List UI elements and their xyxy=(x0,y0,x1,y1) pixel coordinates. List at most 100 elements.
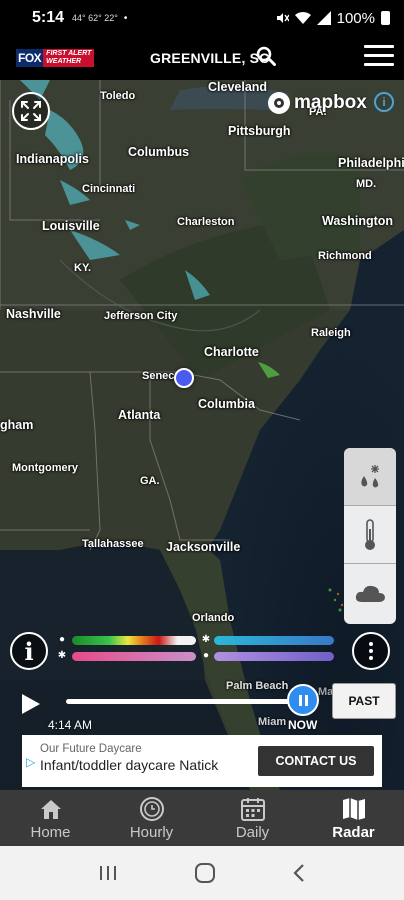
app-header: FOX FIRST ALERT WEATHER GREENVILLE, SC xyxy=(0,36,404,80)
expand-icon xyxy=(21,101,41,121)
battery-icon xyxy=(381,11,390,25)
city-label: Miam xyxy=(258,716,287,728)
city-label: Cleveland xyxy=(208,80,268,94)
city-label: Charleston xyxy=(177,216,235,228)
battery-percent: 100% xyxy=(336,9,375,27)
home-icon xyxy=(40,799,61,819)
nav-daily-label: Daily xyxy=(235,823,270,841)
city-label: MD. xyxy=(356,178,377,190)
current-location-marker xyxy=(174,368,194,388)
past-button[interactable]: PAST xyxy=(332,683,396,719)
ad-choices-icon[interactable]: ▷ xyxy=(26,755,35,769)
rain-legend-bar xyxy=(72,636,196,645)
city-label: Washington xyxy=(322,214,394,228)
city-label: Nashville xyxy=(6,307,61,321)
status-bar: 5:14 44° 62° 22° • 100% xyxy=(0,0,404,36)
status-dot: • xyxy=(123,12,128,24)
ice-legend-icon: ● xyxy=(202,650,210,661)
city-label: Louisville xyxy=(42,219,100,233)
radar-map[interactable]: Toledo Cleveland Pittsburgh PA. Indianap… xyxy=(0,80,404,790)
snow-legend-bar xyxy=(214,636,334,645)
calendar-icon xyxy=(240,797,265,821)
snow-rain-icon xyxy=(361,464,379,487)
snow-legend-icon: ✱ xyxy=(201,634,211,645)
map-icon xyxy=(342,797,365,820)
city-label: gham xyxy=(0,418,34,432)
play-icon[interactable] xyxy=(20,692,42,716)
layer-clouds[interactable] xyxy=(344,564,396,622)
city-label: Atlanta xyxy=(118,408,161,422)
mapbox-logo: mapbox xyxy=(268,92,367,114)
timeline-track[interactable] xyxy=(66,699,306,704)
city-label: Jefferson City xyxy=(104,310,178,322)
status-icons: 100% xyxy=(275,10,390,27)
fox-first-alert-logo: FOX FIRST ALERT WEATHER xyxy=(16,48,95,68)
city-label: Toledo xyxy=(100,90,136,102)
nav-home[interactable]: Home xyxy=(0,790,101,846)
ad-advertiser: Our Future Daycare xyxy=(40,743,142,755)
info-icon: i xyxy=(24,636,34,666)
system-navigation-bar xyxy=(0,846,404,900)
logo-first-alert: FIRST ALERT WEATHER xyxy=(43,49,95,67)
fullscreen-button[interactable] xyxy=(12,92,50,130)
bottom-navigation: Home Hourly Daily Radar xyxy=(0,790,404,846)
ad-contact-button[interactable]: CONTACT US xyxy=(258,746,374,776)
city-label: Orlando xyxy=(192,612,235,624)
cloud-icon xyxy=(355,585,385,602)
mapbox-wordmark: mapbox xyxy=(294,92,367,113)
nav-hourly[interactable]: Hourly xyxy=(101,790,202,846)
layer-temperature[interactable] xyxy=(344,506,396,564)
mix-legend-bar xyxy=(72,652,196,661)
nav-radar[interactable]: Radar xyxy=(303,790,404,846)
attribution-info-icon[interactable]: i xyxy=(374,92,394,112)
city-label: Pittsburgh xyxy=(228,124,291,138)
city-label: Indianapolis xyxy=(16,152,89,166)
layer-selector xyxy=(344,448,396,624)
nav-home-label: Home xyxy=(30,823,71,841)
city-label: Tallahassee xyxy=(82,538,144,550)
timeline-now-label: NOW xyxy=(288,718,318,732)
city-label: Jacksonville xyxy=(166,540,241,554)
city-label: Columbia xyxy=(198,397,255,411)
location-title[interactable]: GREENVILLE, SC xyxy=(150,50,269,66)
timeline-pause-thumb[interactable] xyxy=(287,684,319,716)
city-label: Raleigh xyxy=(311,327,351,339)
city-label: Charlotte xyxy=(204,345,259,359)
layer-precipitation[interactable] xyxy=(344,448,396,506)
city-label: KY. xyxy=(74,262,92,274)
logo-fox-text: FOX xyxy=(16,49,44,67)
clock-icon xyxy=(139,796,164,821)
ad-headline: Infant/toddler daycare Natick xyxy=(40,757,219,773)
nav-daily[interactable]: Daily xyxy=(202,790,303,846)
logo-line2: WEATHER xyxy=(46,58,82,65)
city-label: Palm Beach xyxy=(226,680,289,692)
ad-text: Our Future Daycare Infant/toddler daycar… xyxy=(40,743,218,773)
search-icon[interactable] xyxy=(256,46,276,66)
city-label: Richmond xyxy=(318,250,372,262)
city-label: Columbus xyxy=(128,145,190,159)
city-label: Senec xyxy=(142,370,175,382)
city-label: GA. xyxy=(140,475,160,487)
ad-banner[interactable]: ▷ Our Future Daycare Infant/toddler dayc… xyxy=(22,735,382,787)
legend-info-button[interactable]: i xyxy=(10,632,48,670)
logo-line1: FIRST ALERT xyxy=(46,50,92,57)
nav-hourly-label: Hourly xyxy=(129,823,174,841)
mix-legend-icon: ✱ xyxy=(57,650,67,661)
city-label: Montgomery xyxy=(12,462,78,474)
city-label: Cincinnati xyxy=(82,183,136,195)
signal-icon xyxy=(316,11,331,25)
thermometer-icon xyxy=(365,518,375,550)
ice-legend-bar xyxy=(214,652,334,661)
status-time: 5:14 xyxy=(32,9,65,26)
timeline-start-time: 4:14 AM xyxy=(48,718,93,732)
wifi-icon xyxy=(294,11,311,24)
home-button-icon[interactable] xyxy=(194,862,216,884)
more-options-button[interactable] xyxy=(352,632,390,670)
hamburger-menu-icon[interactable] xyxy=(364,45,394,69)
city-label: Philadelphi xyxy=(338,156,404,170)
recent-apps-icon[interactable] xyxy=(98,864,118,882)
mute-icon xyxy=(276,13,289,23)
status-temps: 44° 62° 22° xyxy=(72,13,118,23)
nav-radar-label: Radar xyxy=(332,823,375,841)
back-icon[interactable] xyxy=(292,863,306,883)
